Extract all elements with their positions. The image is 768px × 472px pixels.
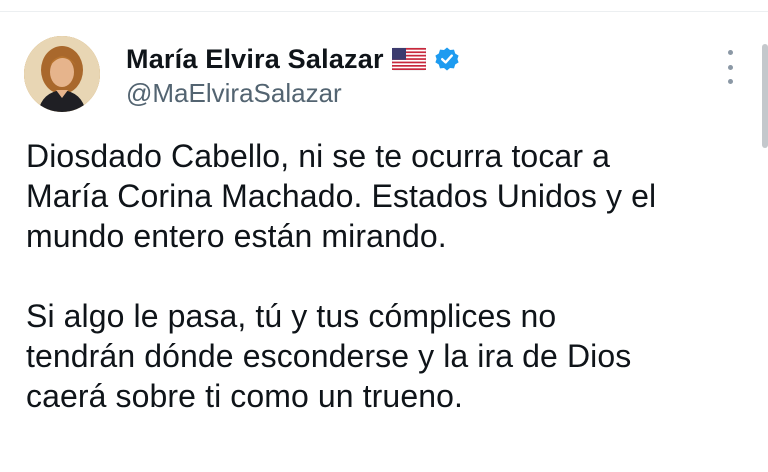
avatar[interactable] bbox=[24, 36, 100, 112]
more-dot bbox=[727, 79, 733, 84]
author-handle[interactable]: @MaElviraSalazar bbox=[126, 78, 342, 109]
tweet-card: María Elvira Salazar @MaElviraSalazar Di… bbox=[0, 0, 768, 472]
more-options-icon[interactable] bbox=[718, 50, 742, 84]
tweet-paragraph: Diosdado Cabello, ni se te ocurra tocar … bbox=[26, 138, 657, 254]
more-dot bbox=[727, 50, 733, 55]
author-name-row: María Elvira Salazar bbox=[126, 42, 460, 76]
us-flag-icon bbox=[391, 47, 426, 71]
verified-badge-icon[interactable] bbox=[434, 46, 460, 72]
author-display-name[interactable]: María Elvira Salazar bbox=[126, 44, 384, 75]
tweet-paragraph: Si algo le pasa, tú y tus cómplices no t… bbox=[26, 298, 632, 414]
scrollbar[interactable] bbox=[762, 44, 768, 148]
more-dot bbox=[727, 64, 733, 70]
tweet-text: Diosdado Cabello, ni se te ocurra tocar … bbox=[26, 136, 756, 416]
avatar-portrait bbox=[24, 36, 100, 112]
